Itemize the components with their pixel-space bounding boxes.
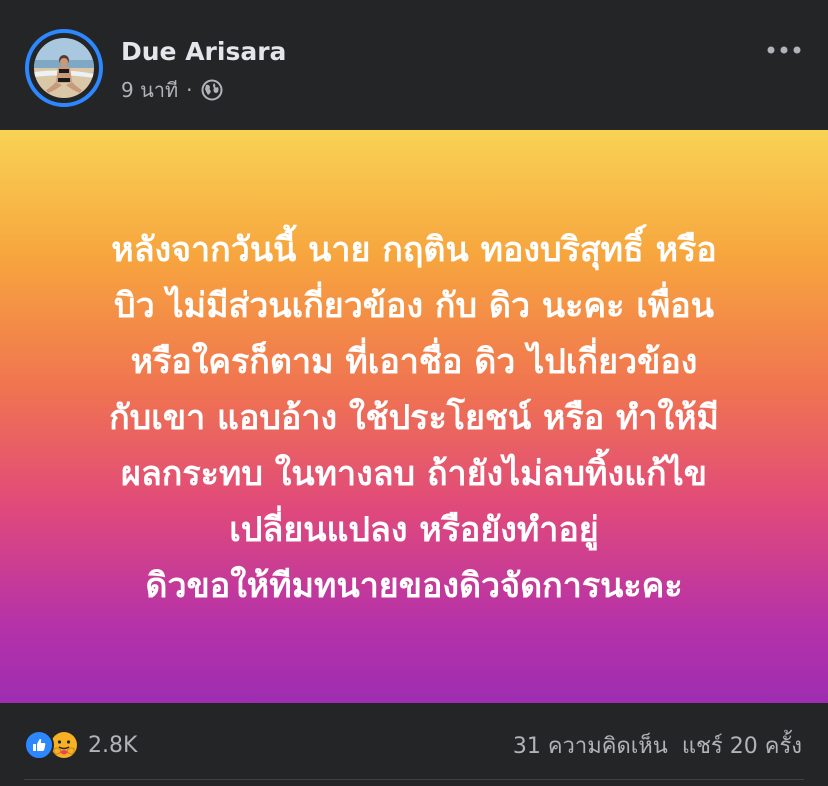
comments-count-link[interactable]: 31 ความคิดเห็น [513, 728, 668, 763]
post-text: หลังจากวันนี้ นาย กฤติน ทองบริสุทธิ์ หรื… [109, 230, 719, 606]
post-timestamp[interactable]: 9 นาที [121, 74, 178, 106]
engagement-stats: 31 ความคิดเห็น แชร์ 20 ครั้ง [513, 729, 802, 761]
like-icon [24, 730, 54, 760]
reaction-summary[interactable]: 2.8K [24, 729, 137, 761]
author-name[interactable]: Due Arisara [121, 36, 286, 68]
globe-icon[interactable] [201, 79, 223, 101]
shares-count-link[interactable]: แชร์ 20 ครั้ง [682, 728, 802, 763]
post-footer: 2.8K 31 ความคิดเห็น แชร์ 20 ครั้ง [0, 703, 828, 786]
avatar[interactable] [25, 29, 103, 107]
more-horizontal-icon [767, 46, 801, 54]
more-options-button[interactable] [760, 34, 808, 66]
avatar-photo [34, 38, 94, 98]
post-meta: 9 นาที · [121, 76, 223, 104]
reaction-count: 2.8K [88, 732, 138, 758]
meta-separator: · [186, 78, 193, 102]
footer-divider [24, 779, 804, 780]
post-header: Due Arisara 9 นาที · [0, 0, 828, 130]
post-content-background: หลังจากวันนี้ นาย กฤติน ทองบริสุทธิ์ หรื… [0, 130, 828, 703]
